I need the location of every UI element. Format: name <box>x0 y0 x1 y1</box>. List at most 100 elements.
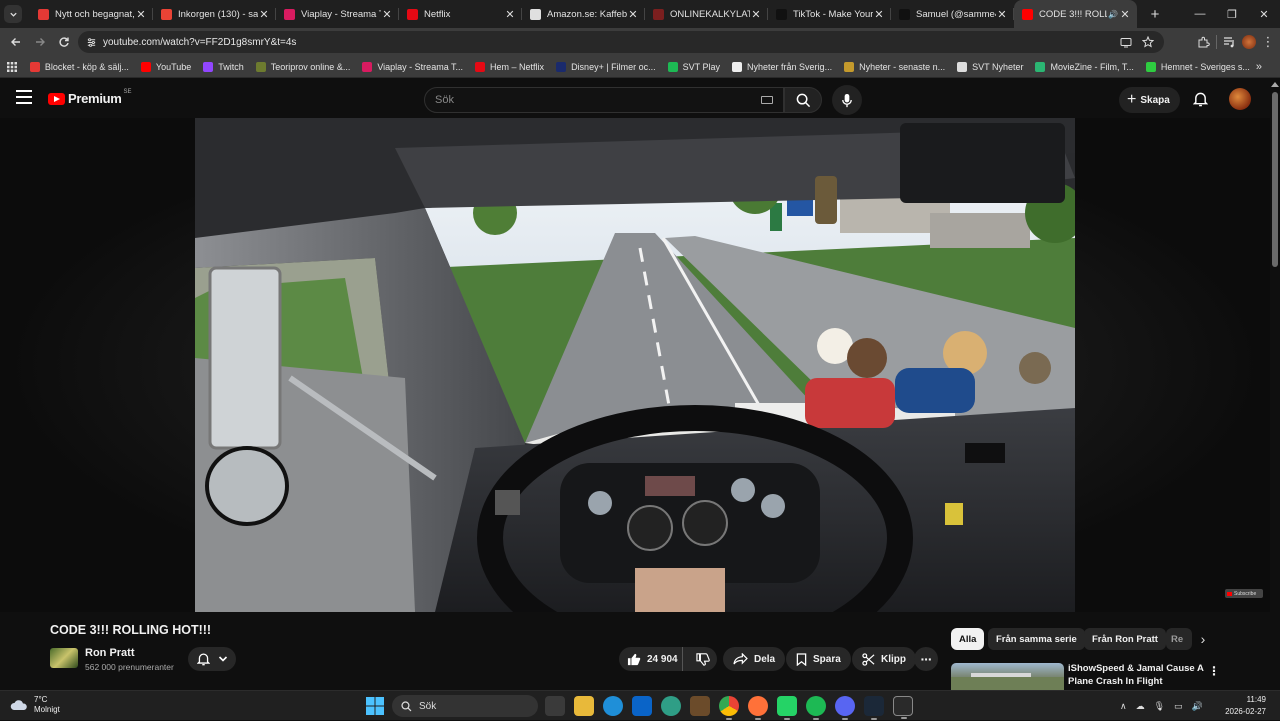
bookmark-item[interactable]: SVT Nyheter <box>951 56 1029 78</box>
profile-avatar[interactable] <box>1242 35 1256 49</box>
close-tab-icon[interactable]: ✕ <box>996 8 1008 21</box>
browser-tab[interactable]: Samuel (@samme45✕ <box>891 0 1014 28</box>
spotify-icon[interactable] <box>806 696 826 720</box>
file-explorer-icon[interactable] <box>574 696 594 716</box>
recommended-video-thumbnail[interactable] <box>951 663 1064 691</box>
video-frame[interactable] <box>195 118 1075 612</box>
tray-overflow-icon[interactable]: ∧ <box>1120 701 1127 712</box>
channel-watermark[interactable]: Subscribe <box>1225 589 1263 598</box>
taskbar-search[interactable]: Sök <box>392 695 538 717</box>
close-tab-icon[interactable]: ✕ <box>627 8 639 21</box>
microphone-icon[interactable]: 🎙 <box>1154 701 1165 712</box>
guide-menu-icon[interactable] <box>16 90 32 104</box>
task-view-icon[interactable] <box>545 696 565 716</box>
tab-audio-icon[interactable]: 🔊 <box>1107 10 1119 19</box>
create-button[interactable]: + Skapa <box>1119 87 1180 113</box>
search-input[interactable] <box>435 94 761 106</box>
age-of-empires-icon[interactable] <box>690 696 710 716</box>
edge-icon[interactable] <box>603 696 623 716</box>
chip-from-channel[interactable]: Från Ron Pratt <box>1084 628 1166 650</box>
whatsapp-icon[interactable] <box>777 696 797 720</box>
xbox-icon[interactable] <box>661 696 681 716</box>
system-clock[interactable]: 11:49 2026-02-27 <box>1225 694 1266 718</box>
voice-search-button[interactable] <box>832 85 862 115</box>
tab-search-button[interactable] <box>4 5 22 23</box>
onedrive-icon[interactable]: ☁ <box>1136 701 1145 712</box>
browser-tab[interactable]: Netflix ✕ <box>399 0 522 28</box>
close-tab-icon[interactable]: ✕ <box>381 8 393 21</box>
notifications-button[interactable] <box>1190 89 1210 109</box>
outlook-icon[interactable] <box>632 696 652 716</box>
media-controls-icon[interactable] <box>1223 36 1236 48</box>
search-button[interactable] <box>784 87 822 113</box>
bookmark-item[interactable]: Twitch <box>197 56 250 78</box>
epic-games-icon[interactable] <box>893 696 913 719</box>
browser-tab[interactable]: CODE 3!!! ROLLIN🔊✕ <box>1014 0 1137 28</box>
new-tab-button[interactable]: + <box>1143 6 1167 23</box>
dislike-button[interactable] <box>689 647 717 671</box>
account-avatar[interactable] <box>1229 88 1251 110</box>
bookmark-item[interactable]: YouTube <box>135 56 197 78</box>
close-tab-icon[interactable]: ✕ <box>258 8 270 21</box>
recommended-more-icon[interactable]: ⋮ <box>1208 663 1220 679</box>
address-bar[interactable]: youtube.com/watch?v=FF2D1g8smrY&t=4s <box>78 31 1164 53</box>
browser-menu-icon[interactable]: ⋮ <box>1262 34 1275 50</box>
video-player[interactable] <box>0 118 1270 612</box>
like-button[interactable]: 24 904 <box>619 647 684 671</box>
close-tab-icon[interactable]: ✕ <box>504 8 516 21</box>
save-button[interactable]: Spara <box>786 647 851 671</box>
forward-button[interactable] <box>28 30 52 54</box>
bookmark-item[interactable]: Nyheter - senaste n... <box>838 56 951 78</box>
discord-icon[interactable] <box>835 696 855 720</box>
cast-icon[interactable] <box>1120 36 1132 48</box>
browser-tab[interactable]: Inkorgen (130) - sam ✕ <box>153 0 276 28</box>
back-button[interactable] <box>4 30 28 54</box>
network-icon[interactable]: ▭ <box>1174 701 1183 712</box>
minimize-window-button[interactable]: — <box>1184 8 1216 21</box>
bookmark-item[interactable]: Blocket - köp & sälj... <box>24 56 135 78</box>
bookmark-item[interactable]: Viaplay - Streama T... <box>356 56 469 78</box>
firefox-icon[interactable] <box>748 696 768 720</box>
close-tab-icon[interactable]: ✕ <box>750 8 762 21</box>
search-box[interactable] <box>424 87 784 113</box>
bookmarks-overflow-icon[interactable]: » <box>1256 61 1262 73</box>
bookmark-item[interactable]: Hem – Netflix <box>469 56 550 78</box>
scrollbar-thumb[interactable] <box>1272 92 1278 267</box>
site-info-icon[interactable] <box>86 37 97 48</box>
channel-name[interactable]: Ron Pratt <box>85 647 135 659</box>
bookmark-item[interactable]: Disney+ | Filmer oc... <box>550 56 662 78</box>
chip-same-series[interactable]: Från samma serie <box>988 628 1085 650</box>
clip-button[interactable]: Klipp <box>852 647 916 671</box>
chevron-right-icon[interactable]: › <box>1194 630 1212 648</box>
bookmark-item[interactable]: Nyheter från Sverig... <box>726 56 838 78</box>
bookmark-item[interactable]: Teoriprov online &... <box>250 56 357 78</box>
browser-tab[interactable]: ONLINEKALKYLATOR✕ <box>645 0 768 28</box>
restore-window-button[interactable]: ❐ <box>1216 8 1248 21</box>
bookmark-item[interactable]: SVT Play <box>662 56 726 78</box>
page-scrollbar[interactable] <box>1270 80 1280 690</box>
bookmark-item[interactable]: MovieZine - Film, T... <box>1029 56 1139 78</box>
close-window-button[interactable]: ✕ <box>1248 8 1280 21</box>
keyboard-icon[interactable] <box>761 96 773 104</box>
start-button[interactable] <box>366 697 384 715</box>
close-tab-icon[interactable]: ✕ <box>1119 8 1131 21</box>
weather-widget[interactable]: 7°C Molnigt <box>10 695 60 715</box>
volume-icon[interactable]: 🔊 <box>1192 701 1203 712</box>
chip-all[interactable]: Alla <box>951 628 985 650</box>
youtube-premium-logo[interactable]: Premium SE <box>48 89 132 106</box>
apps-grid-icon[interactable] <box>0 61 24 72</box>
close-tab-icon[interactable]: ✕ <box>135 8 147 21</box>
more-actions-button[interactable]: ··· <box>914 647 938 671</box>
channel-avatar[interactable] <box>50 648 78 668</box>
steam-icon[interactable] <box>864 696 884 720</box>
chrome-icon[interactable] <box>719 696 739 720</box>
browser-tab[interactable]: Nytt och begagnat, k ✕ <box>30 0 153 28</box>
bookmark-star-icon[interactable] <box>1142 36 1154 48</box>
extensions-icon[interactable] <box>1197 36 1210 49</box>
browser-tab[interactable]: Amazon.se: Kaffebryg✕ <box>522 0 645 28</box>
bookmark-item[interactable]: Hemnet - Sveriges s... <box>1140 56 1256 78</box>
chip-related[interactable]: Re <box>1166 628 1192 650</box>
browser-tab[interactable]: Viaplay - Streama TV✕ <box>276 0 399 28</box>
subscription-notifications-button[interactable] <box>188 647 236 671</box>
share-button[interactable]: Dela <box>723 647 786 671</box>
